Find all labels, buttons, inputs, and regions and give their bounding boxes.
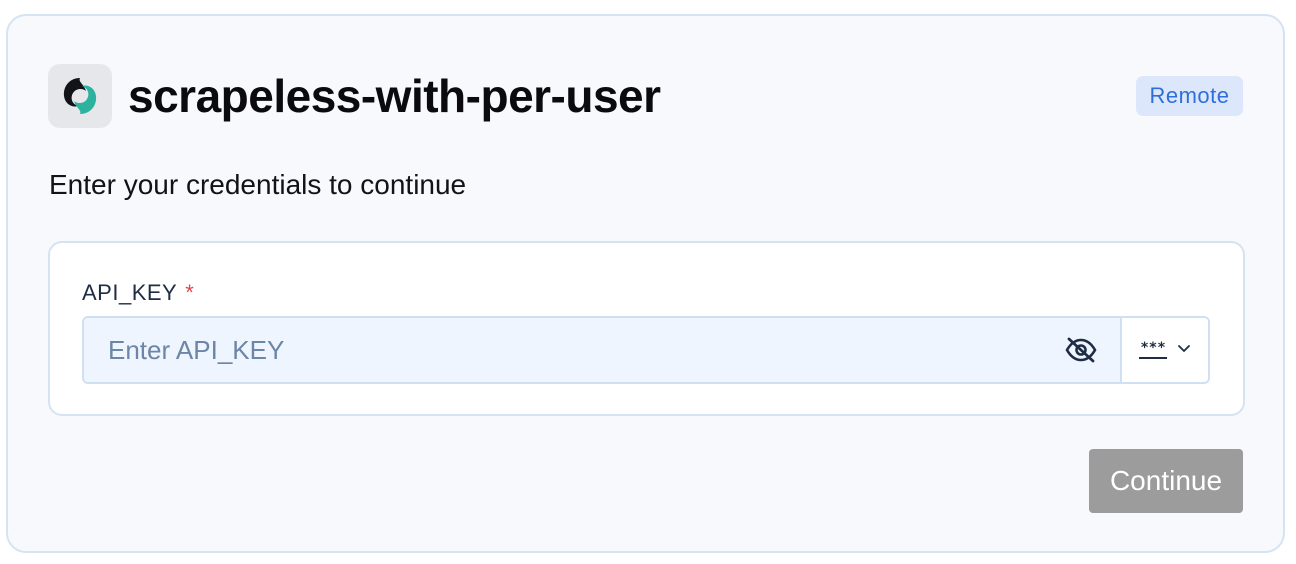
- remote-badge: Remote: [1136, 76, 1243, 116]
- mask-mode-glyph: ***: [1139, 341, 1167, 359]
- api-key-input-wrap: [84, 318, 1122, 382]
- continue-button[interactable]: Continue: [1089, 449, 1243, 513]
- scrapeless-logo-icon: [48, 64, 112, 128]
- mask-mode-select[interactable]: ***: [1122, 318, 1208, 382]
- mask-underline: [1139, 357, 1167, 359]
- api-key-field-row: ***: [82, 316, 1210, 384]
- credentials-card: scrapeless-with-per-user Remote Enter yo…: [6, 14, 1285, 553]
- app-title: scrapeless-with-per-user: [128, 70, 661, 122]
- api-key-label: API_KEY *: [82, 280, 194, 306]
- required-marker: *: [185, 280, 195, 305]
- credentials-panel: API_KEY * ***: [48, 241, 1245, 416]
- card-header: scrapeless-with-per-user: [48, 64, 661, 128]
- api-key-input[interactable]: [84, 318, 1120, 382]
- mask-mode-value: ***: [1140, 340, 1166, 356]
- chevron-down-icon: [1177, 341, 1191, 359]
- api-key-label-text: API_KEY: [82, 280, 178, 305]
- eye-slash-icon[interactable]: [1064, 335, 1098, 365]
- form-subtitle: Enter your credentials to continue: [49, 169, 467, 200]
